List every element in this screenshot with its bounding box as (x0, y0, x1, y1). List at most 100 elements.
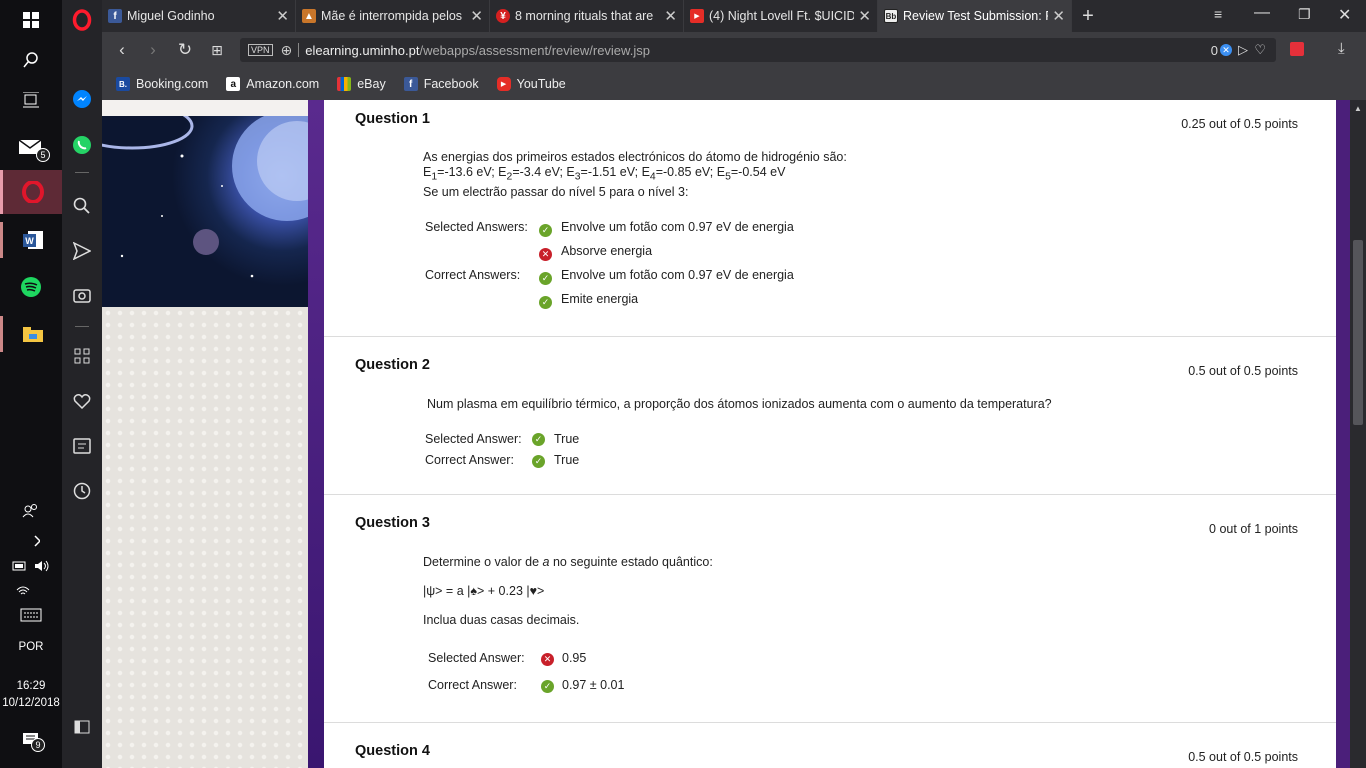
opera-taskbar-app[interactable] (0, 170, 62, 214)
heart-icon[interactable]: ♡ (1254, 42, 1266, 58)
search-button[interactable] (0, 45, 62, 75)
reload-button[interactable]: ↻ (174, 40, 196, 60)
close-icon[interactable]: ✕ (470, 7, 483, 25)
bookmark-label: YouTube (516, 77, 566, 91)
close-icon[interactable]: ✕ (858, 7, 871, 25)
downloads-button[interactable]: ⤓ (1338, 40, 1345, 57)
facebook-icon: f (108, 9, 122, 23)
scroll-up-icon[interactable]: ▲ (1354, 104, 1362, 113)
question-text: Se um electrão passar do nível 5 para o … (423, 185, 689, 199)
selected-answers-label: Selected Answers: (425, 220, 528, 234)
ad-block-icon[interactable]: ✕ (1220, 44, 1232, 56)
tab-yen[interactable]: ¥ 8 morning rituals that are ✕ (490, 0, 684, 32)
close-icon: ✕ (1338, 7, 1352, 24)
tab-title: Miguel Godinho (127, 9, 215, 23)
clock-time[interactable]: 16:29 (0, 680, 62, 692)
mail-app[interactable]: 5 (0, 128, 62, 164)
close-window-button[interactable]: ✕ (1338, 5, 1351, 25)
tab-title: 8 morning rituals that are (515, 9, 654, 23)
scrollbar-thumb[interactable] (1353, 240, 1363, 425)
bookmark-label: Booking.com (136, 77, 209, 91)
question-3: Question 3 0 out of 1 points Determine o… (324, 495, 1336, 723)
bookmark-booking[interactable]: B. Booking.com (116, 77, 208, 91)
tab-youtube[interactable]: ▶ (4) Night Lovell Ft. $UICIDE ✕ (684, 0, 878, 32)
yen-icon: ¥ (496, 9, 510, 23)
ad-block-count[interactable]: 0 (1211, 43, 1218, 58)
bookmark-label: eBay (357, 77, 386, 91)
question-points: 0 out of 1 points (1209, 522, 1298, 536)
new-tab-button[interactable]: + (1076, 4, 1100, 28)
history-sidebar-button[interactable] (62, 476, 102, 506)
bookmarks-sidebar-button[interactable] (62, 386, 102, 416)
people-button[interactable] (0, 500, 62, 522)
selected-answer: 0.95 (562, 651, 587, 665)
messenger-sidebar-button[interactable] (62, 84, 102, 114)
snapshot-sidebar-button[interactable] (62, 280, 102, 310)
whatsapp-sidebar-button[interactable] (62, 130, 102, 160)
close-icon[interactable]: ✕ (1052, 7, 1065, 25)
extension-icon[interactable] (1290, 42, 1304, 56)
incorrect-icon: ✕ (541, 653, 554, 666)
tab-facebook[interactable]: f Miguel Godinho ✕ (102, 0, 296, 32)
tab-review-test-submission[interactable]: Bb Review Test Submission: F ✕ (878, 0, 1072, 32)
camera-icon (73, 289, 91, 303)
correct-answer-label: Correct Answer: (425, 453, 514, 467)
plus-icon: + (1082, 4, 1094, 27)
input-language[interactable]: POR (0, 641, 62, 653)
tab-menu-button[interactable]: ≡ (1214, 6, 1222, 22)
tab-menu-icon: ≡ (1214, 6, 1223, 22)
flow-sidebar-button[interactable] (62, 236, 102, 266)
toggle-sidebar-button[interactable] (62, 712, 102, 742)
correct-answer: 0.97 ± 0.01 (562, 678, 625, 692)
battery-icon[interactable] (11, 560, 27, 572)
sidebar-search-button[interactable] (62, 191, 102, 221)
correct-icon: ✓ (541, 680, 554, 693)
browser-tab-bar: f Miguel Godinho ✕ ▲ Mãe é interrompida … (102, 0, 1366, 32)
task-view-button[interactable] (0, 85, 62, 115)
address-toolbar: ‹ › ↻ ⊞ VPN ⊕ elearning.uminho.pt/webapp… (102, 32, 1366, 68)
correct-answer: True (554, 453, 580, 467)
touch-keyboard-button[interactable] (0, 604, 62, 626)
action-center-button[interactable]: 9 (0, 726, 62, 754)
bookmark-facebook[interactable]: f Facebook (403, 77, 479, 91)
close-icon[interactable]: ✕ (276, 7, 289, 25)
news-sidebar-button[interactable] (62, 431, 102, 461)
incorrect-icon: ✕ (539, 248, 552, 261)
close-icon[interactable]: ✕ (664, 7, 677, 25)
volume-icon[interactable] (33, 559, 51, 573)
opera-icon (21, 181, 44, 203)
word-taskbar-app[interactable]: W (0, 222, 62, 258)
bookmark-youtube[interactable]: ▶ YouTube (496, 77, 566, 91)
page-scrollbar[interactable]: ▲ (1350, 100, 1366, 768)
bookmark-ebay[interactable]: eeBay (337, 77, 386, 91)
content-frame-border (308, 100, 324, 768)
speed-dial-button[interactable]: ⊞ (206, 40, 228, 60)
correct-icon: ✓ (539, 296, 552, 309)
correct-icon: ✓ (539, 224, 552, 237)
energy-values: E1=-13.6 eV; E2=-3.4 eV; E3=-1.51 eV; E4… (423, 165, 786, 183)
wifi-button[interactable] (0, 580, 62, 600)
clock-date[interactable]: 10/12/2018 (0, 697, 62, 709)
restore-button[interactable]: ❐ (1298, 6, 1311, 23)
spotify-taskbar-app[interactable] (0, 270, 62, 304)
opera-menu-button[interactable] (62, 5, 102, 35)
question-2: Question 2 0.5 out of 0.5 points Num pla… (324, 337, 1336, 495)
windows-start-button[interactable] (0, 4, 62, 36)
opera-sidebar (62, 0, 102, 768)
send-icon[interactable]: ▷ (1238, 42, 1248, 58)
vpn-badge[interactable]: VPN (248, 44, 273, 56)
address-bar[interactable]: VPN ⊕ elearning.uminho.pt/webapps/assess… (240, 38, 1276, 62)
restore-icon: ❐ (1298, 6, 1311, 22)
bookmark-amazon[interactable]: a Amazon.com (226, 77, 319, 91)
question-note: Inclua duas casas decimais. (423, 613, 580, 627)
speed-dial-sidebar-button[interactable] (62, 341, 102, 371)
tab-news[interactable]: ▲ Mãe é interrompida pelos ✕ (296, 0, 490, 32)
page-content: Question 1 0.25 out of 0.5 points As ene… (102, 100, 1350, 768)
show-hidden-icons-button[interactable] (0, 531, 62, 551)
back-button[interactable]: ‹ (111, 40, 133, 60)
question-text: As energias dos primeiros estados electr… (423, 150, 847, 164)
file-explorer-taskbar-app[interactable] (0, 316, 62, 352)
forward-button[interactable]: › (142, 40, 164, 60)
minimize-button[interactable]: — (1254, 4, 1270, 22)
selected-answer-label: Selected Answer: (425, 432, 522, 446)
